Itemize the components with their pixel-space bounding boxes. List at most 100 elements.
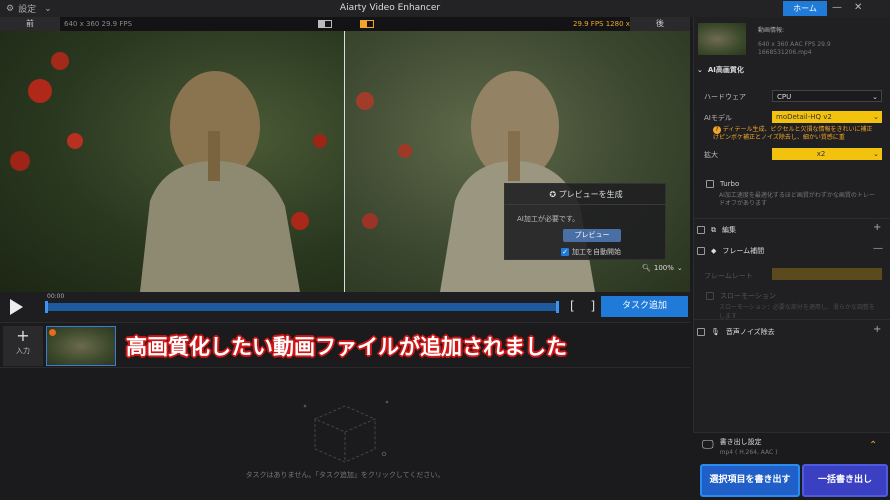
play-icon[interactable]	[10, 299, 23, 315]
plus-icon[interactable]: +	[873, 222, 881, 233]
chevron-down-icon: ⌄	[44, 3, 52, 14]
trim-brackets-icon[interactable]: [ ]	[570, 299, 601, 313]
timecode: 00:00	[47, 293, 65, 300]
divider	[694, 218, 890, 219]
audio-denoise-header[interactable]: 🎙︎ 音声ノイズ除去	[697, 327, 775, 337]
trim-start-handle[interactable]	[45, 301, 48, 313]
export-selected-button[interactable]: 選択項目を書き出す	[700, 464, 800, 497]
preview-button[interactable]: プレビュー	[563, 229, 621, 242]
scale-value: x2	[816, 150, 826, 158]
zoom-control[interactable]: 🔍︎ 100% ⌄	[642, 264, 683, 272]
ai-model-value: moDetail-HQ v2	[776, 113, 832, 121]
checkbox-icon[interactable]	[706, 180, 714, 188]
edit-section-header[interactable]: ⧉ 編集	[697, 225, 736, 235]
checkbox-checked-icon[interactable]: ✓	[561, 248, 569, 256]
turbo-description: AI加工速度を最適化するほど画質がわずかな画質のトレードオフがあります	[719, 192, 875, 207]
file-thumbnail	[698, 23, 746, 55]
close-icon[interactable]: ✕	[854, 2, 862, 13]
auto-start-label: 加工を自動開始	[572, 248, 621, 256]
checkbox-icon[interactable]	[697, 247, 705, 255]
framerate-label: フレームレート	[704, 272, 753, 280]
preview-header: 前 640 x 360 29.9 FPS 29.9 FPS 1280 x 720…	[0, 17, 690, 31]
chevron-down-icon: ⌄	[873, 150, 879, 158]
plus-icon: +	[16, 326, 30, 345]
minimize-icon[interactable]: —	[832, 2, 842, 13]
video-thumbnail[interactable]	[46, 326, 116, 366]
hardware-value: CPU	[777, 93, 792, 101]
magnifier-icon: 🔍︎	[642, 264, 651, 272]
compare-view-icon[interactable]	[360, 20, 374, 28]
frame-interp-header[interactable]: ◆ フレーム補間	[697, 246, 764, 256]
after-tab[interactable]: 後	[630, 17, 690, 31]
divider	[505, 204, 667, 205]
ai-model-select[interactable]: moDetail-HQ v2 ⌄	[772, 111, 882, 123]
add-input-button[interactable]: + 入力	[3, 326, 43, 366]
ai-model-label: AIモデル	[704, 114, 732, 122]
diamond-icon: ◆	[711, 247, 717, 255]
compare-divider[interactable]	[344, 31, 345, 292]
slowmo-checkbox[interactable]: スローモーション	[706, 291, 776, 301]
hardware-select[interactable]: CPU ⌄	[772, 90, 882, 102]
file-info: 動画情報: 640 x 360 AAC FPS 29.9 1668531206.…	[698, 21, 887, 61]
slowmo-description: スローモーション：必要な部分を適用し、滑らかな調整をします	[719, 304, 875, 320]
ai-model-description: ? ディテール生成、ピクセルと欠損な情報をきれいに補正けピンボケ補正とノイズ除去…	[713, 126, 873, 141]
annotation-banner: 高画質化したい動画ファイルが追加されました	[126, 335, 567, 359]
export-settings-label: 書き出し設定	[719, 438, 762, 446]
divider	[694, 319, 890, 320]
checkbox-icon[interactable]	[697, 328, 705, 336]
window-controls: — ✕	[832, 2, 862, 13]
home-button[interactable]: ホーム	[783, 1, 827, 16]
checkbox-icon[interactable]	[706, 292, 714, 300]
girl-in-flowers-image	[10, 52, 327, 292]
gear-icon: ⚙	[6, 3, 15, 14]
chevron-down-icon: ⌄	[676, 264, 683, 272]
scale-label: 拡大	[704, 151, 718, 159]
playback-bar: 00:00 [ ] タスク追加	[0, 292, 690, 322]
before-tab[interactable]: 前	[0, 17, 60, 31]
plus-icon[interactable]: +	[873, 324, 881, 335]
task-strip: + 入力 高画質化したい動画ファイルが追加されました	[0, 322, 690, 368]
ai-enhance-header[interactable]: ⌄ AI高画質化	[697, 65, 744, 75]
file-name: 1668531206.mp4	[758, 49, 812, 56]
microphone-icon: 🎙︎	[711, 328, 720, 336]
split-view-icon[interactable]	[318, 20, 332, 28]
checkbox-icon[interactable]	[697, 226, 705, 234]
timeline-track[interactable]	[45, 301, 559, 313]
settings-menu[interactable]: ⚙ 設定 ⌄	[6, 2, 52, 16]
chevron-down-icon: ⌄	[873, 113, 879, 121]
before-preview	[0, 31, 345, 292]
export-format: mp4 ( H.264, AAC )	[719, 449, 778, 456]
scale-select[interactable]: x2 ⌄	[772, 148, 882, 160]
minus-icon[interactable]: —	[873, 243, 883, 254]
ai-section-title: AI高画質化	[707, 66, 744, 74]
app-title: Aiarty Video Enhancer	[339, 3, 441, 13]
monitor-gear-icon: 🖵	[702, 437, 714, 451]
chevron-down-icon: ⌄	[872, 93, 878, 101]
add-task-button[interactable]: タスク追加	[601, 296, 688, 317]
turbo-checkbox[interactable]: Turbo	[706, 180, 739, 188]
settings-label: 設定	[18, 5, 37, 15]
chevron-down-icon: ⌄	[697, 66, 703, 74]
input-info: 640 x 360 29.9 FPS	[64, 20, 133, 28]
export-all-button[interactable]: 一括書き出し	[802, 464, 888, 497]
generate-preview-dialog: ✪ プレビューを生成 AI加工が必要です。 プレビュー ✓ 加工を自動開始	[504, 183, 667, 260]
file-info-header: 動画情報:	[758, 27, 785, 34]
task-list-area: タスクはありません。「タスク追加」をクリックしてください。	[0, 369, 690, 500]
zoom-level: 100%	[653, 264, 674, 272]
export-settings[interactable]: 🖵 書き出し設定 mp4 ( H.264, AAC )	[702, 437, 778, 456]
app-window: ⚙ 設定 ⌄ Aiarty Video Enhancer ホーム — ✕ 前 6…	[0, 0, 890, 500]
crop-icon: ⧉	[711, 225, 716, 234]
empty-box-icon	[303, 400, 389, 463]
dialog-title: ✪ プレビューを生成	[549, 190, 623, 199]
aperture-icon: ✪	[549, 190, 559, 199]
framerate-select[interactable]	[772, 268, 882, 280]
ai-badge-icon	[49, 329, 56, 336]
empty-message: タスクはありません。「タスク追加」をクリックしてください。	[245, 471, 445, 479]
auto-start-checkbox[interactable]: ✓ 加工を自動開始	[561, 247, 621, 257]
add-input-label: 入力	[16, 347, 30, 355]
hardware-label: ハードウェア	[704, 93, 746, 101]
double-chevron-up-icon[interactable]: ⌃	[869, 440, 877, 451]
dialog-message: AI加工が必要です。	[517, 215, 580, 223]
file-info-specs: 640 x 360 AAC FPS 29.9	[758, 41, 831, 48]
trim-end-handle[interactable]	[556, 301, 559, 313]
